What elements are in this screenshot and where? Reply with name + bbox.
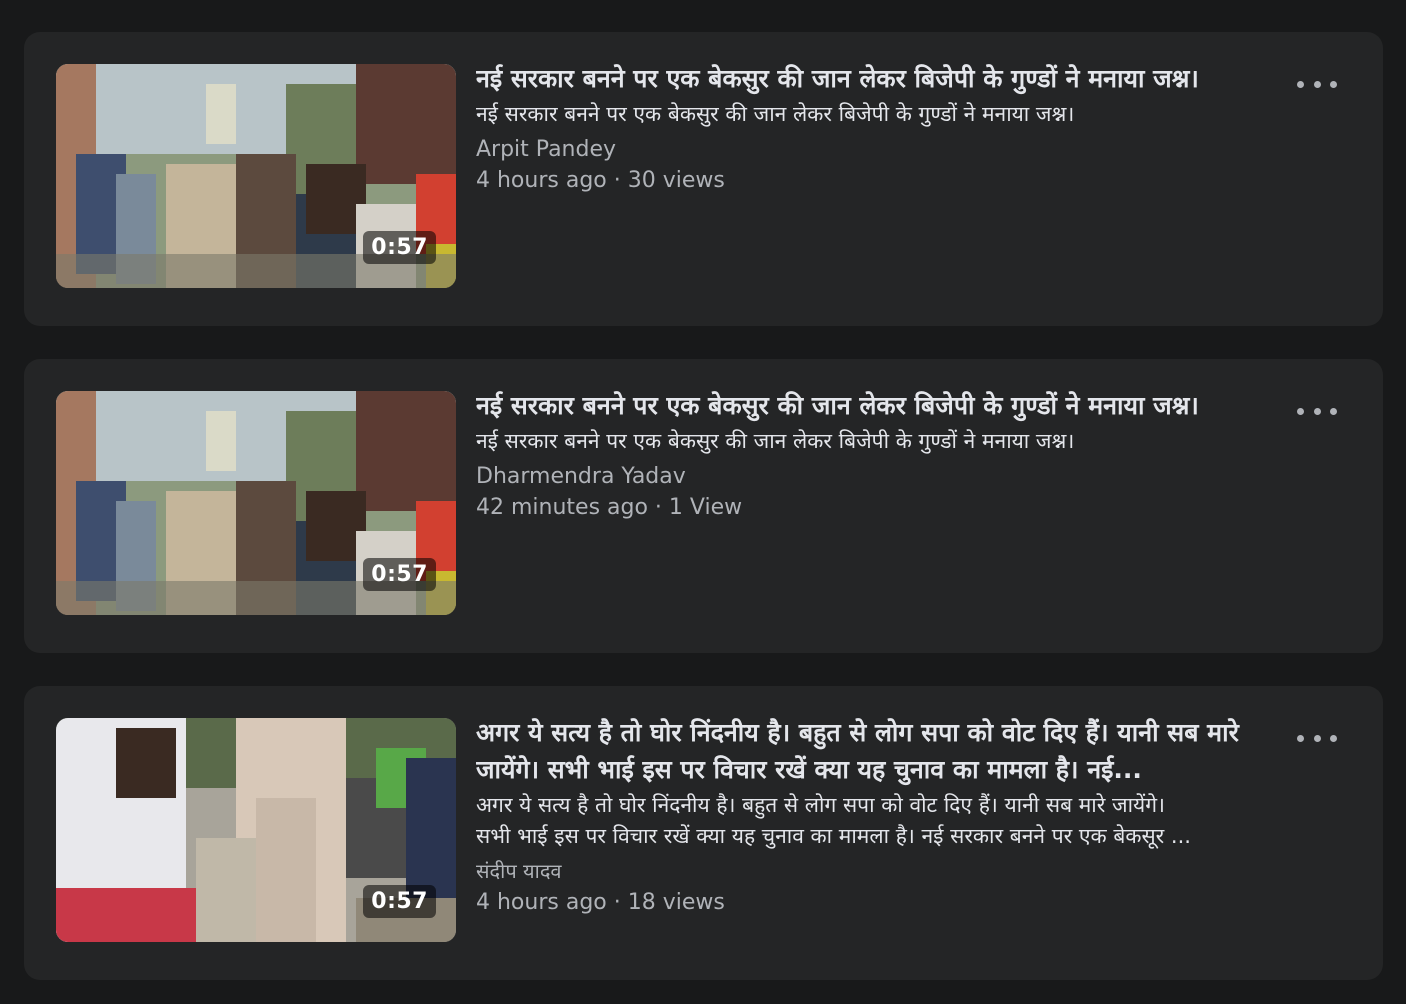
video-author[interactable]: Arpit Pandey (476, 134, 1296, 165)
video-result-card[interactable]: 0:57 अगर ये सत्य है तो घोर निंदनीय है। ब… (24, 686, 1383, 980)
ellipsis-horizontal-icon[interactable] (1297, 72, 1337, 96)
video-meta: 42 minutes ago · 1 View (476, 495, 743, 520)
video-duration-badge: 0:57 (363, 231, 436, 264)
ellipsis-horizontal-icon[interactable] (1297, 726, 1337, 750)
video-description: नई सरकार बनने पर एक बेकसुर की जान लेकर ब… (476, 102, 1075, 126)
video-duration-badge: 0:57 (363, 885, 436, 918)
video-meta: 4 hours ago · 18 views (476, 890, 725, 915)
ellipsis-horizontal-icon[interactable] (1297, 399, 1337, 423)
video-description: नई सरकार बनने पर एक बेकसुर की जान लेकर ब… (476, 429, 1075, 453)
video-description-line: अगर ये सत्य है तो घोर निंदनीय है। बहुत स… (476, 793, 1165, 817)
video-title[interactable]: अगर ये सत्य है तो घोर निंदनीय है। बहुत स… (476, 714, 1296, 788)
video-author[interactable]: Dharmendra Yadav (476, 461, 1296, 492)
video-duration-badge: 0:57 (363, 558, 436, 591)
video-thumbnail[interactable]: 0:57 (56, 391, 456, 615)
video-meta: 4 hours ago · 30 views (476, 168, 725, 193)
video-title[interactable]: नई सरकार बनने पर एक बेकसुर की जान लेकर ब… (476, 60, 1296, 97)
video-search-results: 0:57 नई सरकार बनने पर एक बेकसुर की जान ल… (0, 0, 1406, 1004)
video-result-card[interactable]: 0:57 नई सरकार बनने पर एक बेकसुर की जान ल… (24, 32, 1383, 326)
video-description-line: सभी भाई इस पर विचार रखें क्या यह चुनाव क… (476, 824, 1191, 848)
video-thumbnail[interactable]: 0:57 (56, 718, 456, 942)
video-result-card[interactable]: 0:57 नई सरकार बनने पर एक बेकसुर की जान ल… (24, 359, 1383, 653)
video-author[interactable]: संदीप यादव (476, 856, 1296, 887)
video-info: अगर ये सत्य है तो घोर निंदनीय है। बहुत स… (476, 714, 1296, 918)
video-thumbnail[interactable]: 0:57 (56, 64, 456, 288)
video-info: नई सरकार बनने पर एक बेकसुर की जान लेकर ब… (476, 387, 1296, 523)
video-title[interactable]: नई सरकार बनने पर एक बेकसुर की जान लेकर ब… (476, 387, 1296, 424)
video-description: अगर ये सत्य है तो घोर निंदनीय है। बहुत स… (476, 790, 1296, 852)
video-info: नई सरकार बनने पर एक बेकसुर की जान लेकर ब… (476, 60, 1296, 196)
